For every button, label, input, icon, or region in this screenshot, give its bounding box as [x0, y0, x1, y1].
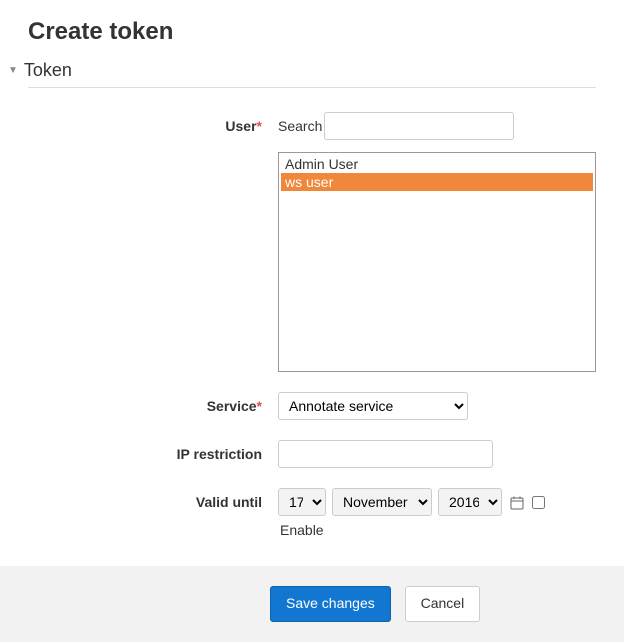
calendar-icon[interactable]: [510, 496, 524, 513]
user-option-admin[interactable]: Admin User: [281, 155, 593, 173]
actions-bar: Save changes Cancel: [0, 566, 624, 642]
ip-restriction-label: IP restriction: [177, 446, 262, 462]
enable-checkbox[interactable]: [532, 496, 545, 509]
chevron-down-icon: ▼: [8, 65, 18, 76]
required-marker: *: [257, 118, 262, 134]
ip-restriction-input[interactable]: [278, 440, 493, 468]
user-listbox[interactable]: Admin User ws user: [278, 152, 596, 372]
fieldset-token-label: Token: [24, 60, 72, 81]
fieldset-token-header[interactable]: ▼ Token: [28, 60, 596, 87]
valid-day-select[interactable]: 17: [278, 488, 326, 516]
page-title: Create token: [28, 18, 596, 46]
user-option-ws[interactable]: ws user: [281, 173, 593, 191]
search-label: Search: [278, 118, 322, 134]
save-button[interactable]: Save changes: [270, 586, 391, 622]
cancel-button[interactable]: Cancel: [405, 586, 481, 622]
valid-until-label: Valid until: [196, 494, 262, 510]
user-search-input[interactable]: [324, 112, 514, 140]
service-select[interactable]: Annotate service: [278, 392, 468, 420]
user-label: User: [225, 118, 256, 134]
valid-month-select[interactable]: November: [332, 488, 432, 516]
required-marker: *: [257, 398, 262, 414]
service-label: Service: [207, 398, 257, 414]
valid-year-select[interactable]: 2016: [438, 488, 502, 516]
divider: [28, 87, 596, 88]
enable-label: Enable: [280, 522, 324, 538]
